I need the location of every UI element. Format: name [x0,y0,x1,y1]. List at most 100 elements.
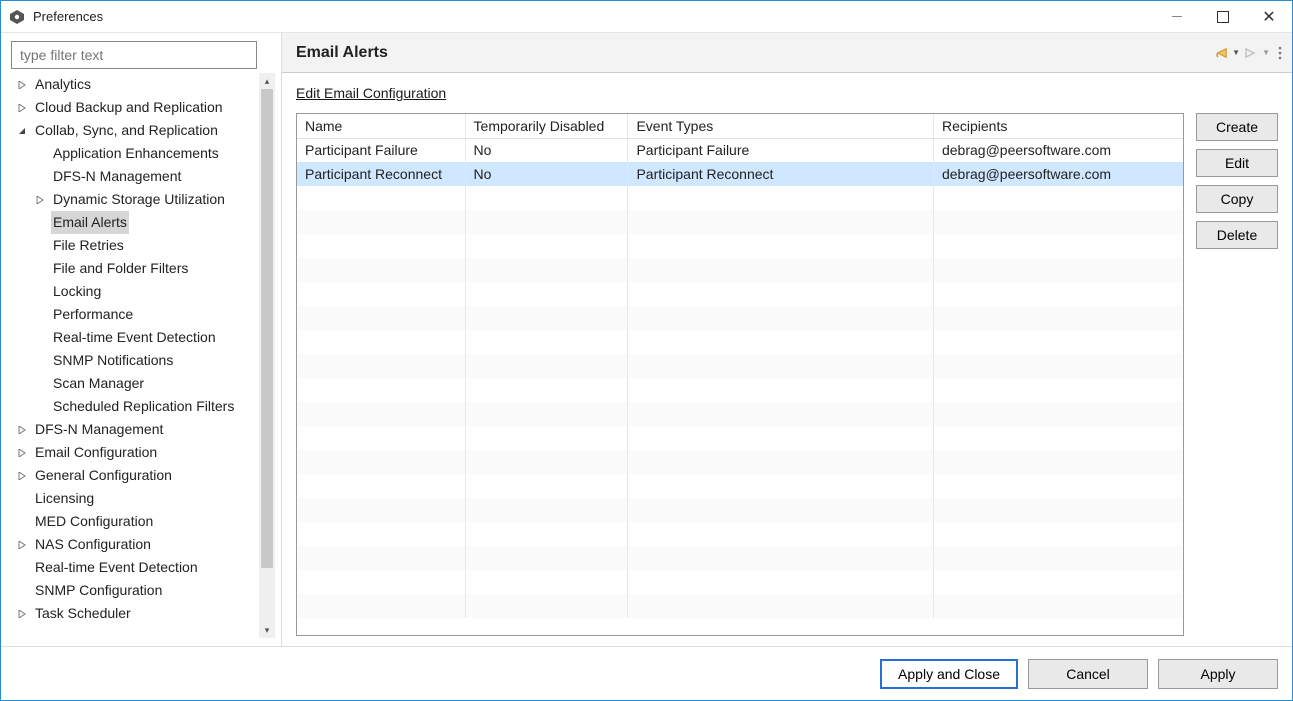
tree-item[interactable]: Task Scheduler [11,602,259,625]
table-row[interactable] [297,282,1183,306]
column-header[interactable]: Event Types [628,114,934,138]
table-row[interactable] [297,474,1183,498]
back-dropdown-icon[interactable]: ▼ [1232,48,1240,57]
chevron-right-icon[interactable] [15,469,29,483]
create-button[interactable]: Create [1196,113,1278,141]
menu-icon[interactable] [1278,46,1282,60]
column-header[interactable]: Name [297,114,465,138]
scroll-up-icon[interactable]: ▴ [259,73,275,89]
table-row[interactable] [297,402,1183,426]
table-cell [933,282,1183,306]
tree-item[interactable]: Email Alerts [11,211,259,234]
tree-item[interactable]: Cloud Backup and Replication [11,96,259,119]
tree-item[interactable]: Email Configuration [11,441,259,464]
chevron-down-icon[interactable] [15,124,29,138]
apply-button[interactable]: Apply [1158,659,1278,689]
table-row[interactable] [297,186,1183,210]
tree-item[interactable]: DFS-N Management [11,418,259,441]
table-row[interactable] [297,498,1183,522]
tree-item[interactable]: Licensing [11,487,259,510]
table-row[interactable]: Participant FailureNoParticipant Failure… [297,138,1183,162]
tree-item[interactable]: DFS-N Management [11,165,259,188]
tree-item[interactable]: Locking [11,280,259,303]
table-row[interactable] [297,570,1183,594]
edit-button[interactable]: Edit [1196,149,1278,177]
table-row[interactable] [297,546,1183,570]
tree-item[interactable]: Application Enhancements [11,142,259,165]
chevron-right-icon[interactable] [15,423,29,437]
table-row[interactable] [297,450,1183,474]
scroll-thumb[interactable] [261,89,273,568]
filter-input[interactable] [11,41,257,69]
table-cell [933,498,1183,522]
close-button[interactable]: ✕ [1246,1,1292,32]
table-row[interactable] [297,354,1183,378]
cancel-button[interactable]: Cancel [1028,659,1148,689]
tree-item[interactable]: SNMP Configuration [11,579,259,602]
table-cell [628,282,934,306]
table-row[interactable]: Participant ReconnectNoParticipant Recon… [297,162,1183,186]
maximize-button[interactable] [1200,1,1246,32]
main-pane: Email Alerts ▼ ▼ Edit Email Configuratio… [281,33,1292,646]
table-row[interactable] [297,426,1183,450]
table-row[interactable] [297,378,1183,402]
tree-item-label: DFS-N Management [33,418,165,441]
forward-dropdown-icon[interactable]: ▼ [1262,48,1270,57]
tree-item[interactable]: NAS Configuration [11,533,259,556]
minimize-button[interactable] [1154,1,1200,32]
tree-scrollbar[interactable]: ▴ ▾ [259,73,275,638]
tree-item-label: File Retries [51,234,126,257]
tree-item[interactable]: File and Folder Filters [11,257,259,280]
tree-item-label: Performance [51,303,135,326]
tree-item[interactable]: Scan Manager [11,372,259,395]
scroll-down-icon[interactable]: ▾ [259,622,275,638]
tree-item[interactable]: Real-time Event Detection [11,326,259,349]
tree-item-label: Email Configuration [33,441,159,464]
table-row[interactable] [297,210,1183,234]
tree-item-label: Real-time Event Detection [51,326,218,349]
table-cell [297,546,465,570]
table-row[interactable] [297,522,1183,546]
alerts-table[interactable]: NameTemporarily DisabledEvent TypesRecip… [297,114,1183,618]
tree-item[interactable]: Real-time Event Detection [11,556,259,579]
copy-button[interactable]: Copy [1196,185,1278,213]
forward-icon[interactable] [1244,46,1258,60]
tree-item[interactable]: Collab, Sync, and Replication [11,119,259,142]
preferences-window: Preferences ✕ AnalyticsCloud Backup and … [0,0,1293,701]
chevron-right-icon[interactable] [33,193,47,207]
tree-item[interactable]: File Retries [11,234,259,257]
table-cell [933,426,1183,450]
table-cell [628,186,934,210]
table-row[interactable] [297,234,1183,258]
table-cell [628,522,934,546]
tree-item-label: Task Scheduler [33,602,133,625]
tree-item[interactable]: General Configuration [11,464,259,487]
table-row[interactable] [297,306,1183,330]
back-icon[interactable] [1214,46,1228,60]
tree-item-label: Application Enhancements [51,142,221,165]
chevron-right-icon[interactable] [15,446,29,460]
table-row[interactable] [297,258,1183,282]
table-cell [628,258,934,282]
apply-and-close-button[interactable]: Apply and Close [880,659,1018,689]
edit-email-config-link[interactable]: Edit Email Configuration [296,85,446,101]
tree-item[interactable]: Scheduled Replication Filters [11,395,259,418]
tree-item[interactable]: Analytics [11,73,259,96]
delete-button[interactable]: Delete [1196,221,1278,249]
table-row[interactable] [297,330,1183,354]
table-cell [465,594,628,618]
chevron-right-icon[interactable] [15,607,29,621]
chevron-right-icon[interactable] [15,538,29,552]
table-row[interactable] [297,594,1183,618]
column-header[interactable]: Temporarily Disabled [465,114,628,138]
tree-item-label: DFS-N Management [51,165,183,188]
tree-item[interactable]: SNMP Notifications [11,349,259,372]
tree-item-label: Locking [51,280,103,303]
preferences-tree[interactable]: AnalyticsCloud Backup and ReplicationCol… [11,73,259,638]
tree-item[interactable]: MED Configuration [11,510,259,533]
tree-item[interactable]: Dynamic Storage Utilization [11,188,259,211]
chevron-right-icon[interactable] [15,78,29,92]
chevron-right-icon[interactable] [15,101,29,115]
column-header[interactable]: Recipients [933,114,1183,138]
tree-item[interactable]: Performance [11,303,259,326]
